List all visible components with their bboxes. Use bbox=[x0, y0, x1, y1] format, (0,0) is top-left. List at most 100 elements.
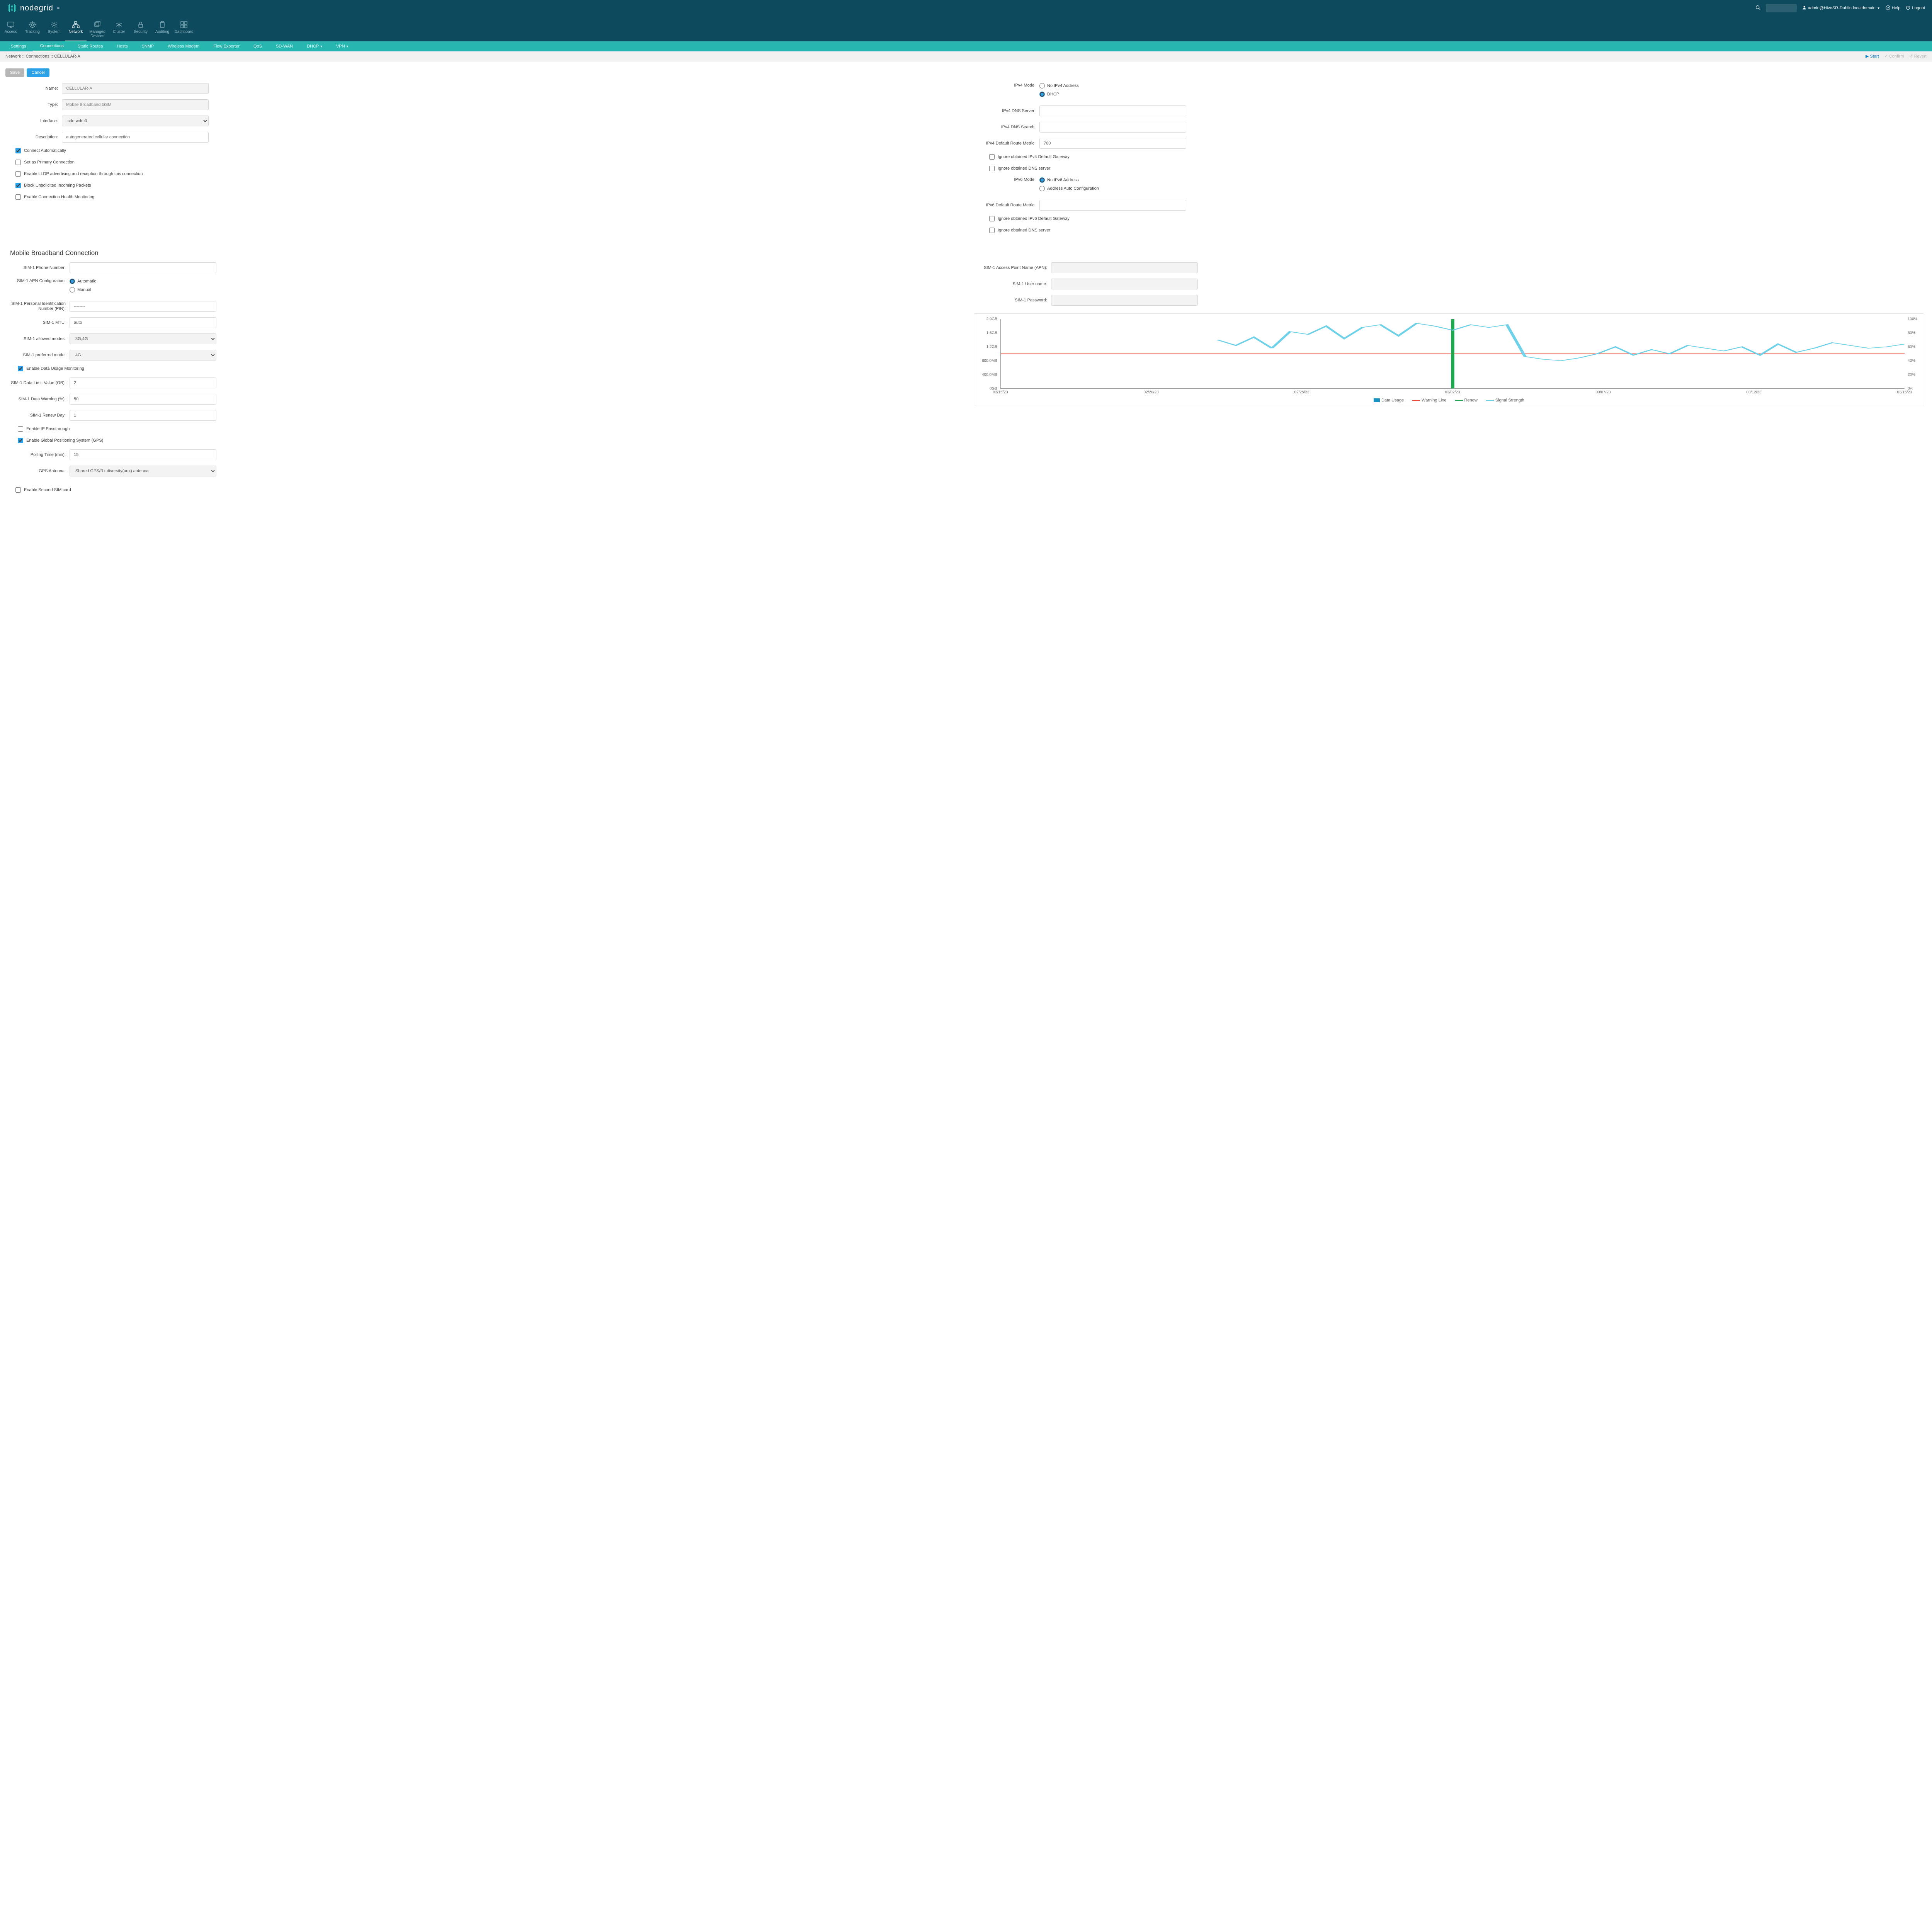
gps-checkbox[interactable]: Enable Global Positioning System (GPS) bbox=[18, 438, 958, 443]
sim-pass-label: SIM-1 Password: bbox=[974, 298, 1051, 303]
monitor-icon bbox=[7, 21, 15, 29]
legend-signal-strength: Signal Strength bbox=[1486, 398, 1524, 403]
network-icon bbox=[72, 21, 80, 29]
chart-legend: Data UsageWarning LineRenewSignal Streng… bbox=[978, 398, 1920, 403]
sim-pass-field bbox=[1051, 295, 1198, 306]
module-security[interactable]: Security bbox=[130, 19, 151, 41]
warning-label: SIM-1 Data Warning (%): bbox=[8, 397, 70, 401]
tab-snmp[interactable]: SNMP bbox=[134, 41, 161, 51]
antenna-select[interactable]: Shared GPS/Rx diversity(aux) antenna bbox=[70, 466, 216, 476]
module-auditing[interactable]: Auditing bbox=[151, 19, 173, 41]
ipv6-metric-field[interactable] bbox=[1039, 200, 1186, 211]
clipboard-icon bbox=[158, 21, 166, 29]
ipv6-metric-label: IPv6 Default Route Metric: bbox=[974, 203, 1039, 207]
poll-label: Polling Time (min): bbox=[8, 452, 70, 457]
health-monitor-checkbox[interactable]: Enable Connection Health Monitoring bbox=[15, 194, 958, 200]
phone-field[interactable] bbox=[70, 262, 216, 273]
tab-settings[interactable]: Settings bbox=[4, 41, 33, 51]
description-field[interactable] bbox=[62, 132, 209, 143]
tab-static-routes[interactable]: Static Routes bbox=[71, 41, 110, 51]
apn-name-field bbox=[1051, 262, 1198, 273]
preferred-select[interactable]: 4G bbox=[70, 350, 216, 361]
primary-checkbox[interactable]: Set as Primary Connection bbox=[15, 160, 958, 165]
tab-sd-wan[interactable]: SD-WAN bbox=[269, 41, 300, 51]
limit-field[interactable] bbox=[70, 378, 216, 388]
module-system[interactable]: System bbox=[43, 19, 65, 41]
start-button[interactable]: ▶Start bbox=[1866, 54, 1879, 59]
tab-dhcp[interactable]: DHCP▾ bbox=[300, 41, 329, 51]
ipv4-dns-search-label: IPv4 DNS Search: bbox=[974, 125, 1039, 129]
limit-label: SIM-1 Data Limit Value (GB): bbox=[8, 381, 70, 385]
apn-auto-radio[interactable]: Automatic bbox=[70, 279, 958, 284]
revert-button: ↺Revert bbox=[1909, 54, 1927, 59]
block-unsolicited-checkbox[interactable]: Block Unsolicited Incoming Packets bbox=[15, 183, 958, 188]
search-icon[interactable] bbox=[1755, 5, 1760, 11]
ignore-dns6-checkbox[interactable]: Ignore obtained DNS server bbox=[989, 228, 1924, 233]
lldp-checkbox[interactable]: Enable LLDP advertising and reception th… bbox=[15, 171, 958, 177]
ignore-dns4-checkbox[interactable]: Ignore obtained DNS server bbox=[989, 166, 1924, 171]
ignore-gw4-checkbox[interactable]: Ignore obtained IPv4 Default Gateway bbox=[989, 154, 1924, 160]
module-access[interactable]: Access bbox=[0, 19, 22, 41]
tab-vpn[interactable]: VPN▾ bbox=[329, 41, 355, 51]
module-network[interactable]: Network bbox=[65, 19, 87, 41]
ipv4-none-radio[interactable]: No IPv4 Address bbox=[1039, 83, 1924, 88]
dashboard-icon bbox=[180, 21, 188, 29]
module-tracking[interactable]: Tracking bbox=[22, 19, 43, 41]
ipv4-metric-label: IPv4 Default Route Metric: bbox=[974, 141, 1039, 146]
tab-flow-exporter[interactable]: Flow Exporter bbox=[206, 41, 247, 51]
logout-icon bbox=[1906, 5, 1910, 11]
ipv4-dns-search-field[interactable] bbox=[1039, 122, 1186, 133]
antenna-label: GPS Antenna: bbox=[8, 469, 70, 473]
ipv4-mode-label: IPv4 Mode: bbox=[974, 83, 1039, 88]
module-cluster[interactable]: Cluster bbox=[108, 19, 130, 41]
tab-qos[interactable]: QoS bbox=[247, 41, 269, 51]
section-title: Mobile Broadband Connection bbox=[10, 249, 1924, 257]
confirm-button: ✓Confirm bbox=[1884, 54, 1904, 59]
second-sim-checkbox[interactable]: Enable Second SIM card bbox=[15, 487, 958, 493]
pin-label: SIM-1 Personal Identification Number (PI… bbox=[8, 301, 70, 311]
apn-manual-radio[interactable]: Manual bbox=[70, 287, 958, 293]
tab-hosts[interactable]: Hosts bbox=[110, 41, 134, 51]
poll-field[interactable] bbox=[70, 449, 216, 460]
legend-warning-line: Warning Line bbox=[1412, 398, 1446, 403]
save-button[interactable]: Save bbox=[5, 68, 24, 77]
renew-field[interactable] bbox=[70, 410, 216, 421]
module-managed-devices[interactable]: Managed Devices bbox=[87, 19, 108, 41]
window-stack-icon bbox=[94, 21, 101, 29]
brand-logo: nodegrid® bbox=[7, 3, 60, 13]
data-monitor-checkbox[interactable]: Enable Data Usage Monitoring bbox=[18, 366, 958, 371]
ipv4-dhcp-radio[interactable]: DHCP bbox=[1039, 92, 1924, 97]
ipv4-dns-field[interactable] bbox=[1039, 105, 1186, 116]
warning-field[interactable] bbox=[70, 394, 216, 405]
cancel-button[interactable]: Cancel bbox=[27, 68, 49, 77]
legend-renew: Renew bbox=[1455, 398, 1478, 403]
help-link[interactable]: ? Help bbox=[1886, 5, 1901, 11]
connect-auto-checkbox[interactable]: Connect Automatically bbox=[15, 148, 958, 153]
allowed-select[interactable]: 3G,4G bbox=[70, 333, 216, 344]
usage-chart: 0GB400.0MB800.0MB1.2GB1.6GB2.0GB 0%20%40… bbox=[974, 313, 1924, 405]
play-icon: ▶ bbox=[1866, 54, 1869, 59]
passthrough-checkbox[interactable]: Enable IP Passthrough bbox=[18, 426, 958, 432]
sim-user-field bbox=[1051, 279, 1198, 289]
gear-icon bbox=[50, 21, 58, 29]
chevron-down-icon: ▾ bbox=[347, 44, 349, 49]
ignore-gw6-checkbox[interactable]: Ignore obtained IPv6 Default Gateway bbox=[989, 216, 1924, 221]
search-input[interactable] bbox=[1766, 4, 1797, 12]
help-icon: ? bbox=[1886, 5, 1890, 11]
mtu-field[interactable] bbox=[70, 317, 216, 328]
tab-wireless-modem[interactable]: Wireless Modem bbox=[161, 41, 206, 51]
user-menu[interactable]: admin@HiveSR-Dublin.localdomain ▼ bbox=[1802, 5, 1880, 11]
ipv6-auto-radio[interactable]: Address Auto Configuration bbox=[1039, 186, 1924, 191]
ipv4-dns-label: IPv4 DNS Server: bbox=[974, 109, 1039, 113]
module-dashboard[interactable]: Dashboard bbox=[173, 19, 195, 41]
interface-select[interactable]: cdc-wdm0 bbox=[62, 116, 209, 126]
allowed-label: SIM-1 allowed modes: bbox=[8, 337, 70, 341]
logout-link[interactable]: Logout bbox=[1906, 5, 1925, 11]
ipv4-metric-field[interactable] bbox=[1039, 138, 1186, 149]
name-label: Name: bbox=[8, 86, 62, 91]
logo-icon bbox=[7, 3, 17, 13]
pin-field[interactable] bbox=[70, 301, 216, 312]
ipv6-none-radio[interactable]: No IPv6 Address bbox=[1039, 177, 1924, 183]
tab-connections[interactable]: Connections bbox=[33, 41, 71, 51]
lock-icon bbox=[137, 21, 145, 29]
